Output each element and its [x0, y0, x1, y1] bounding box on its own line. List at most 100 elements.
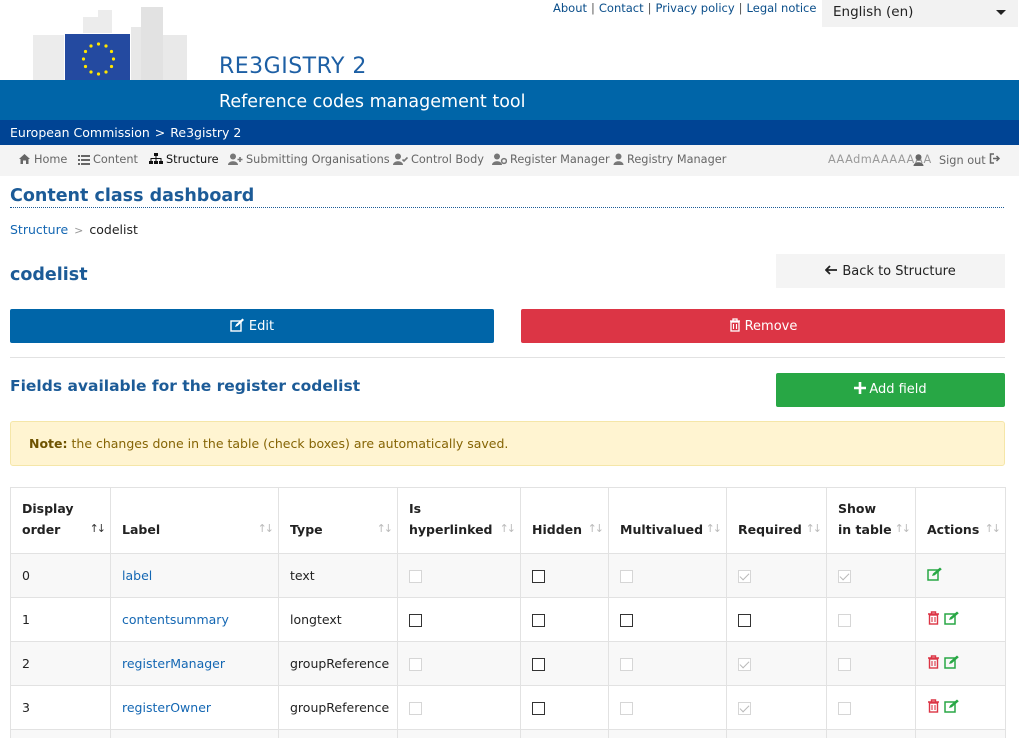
col-hyperlinked[interactable]: Is hyperlinked ↑↓ — [397, 487, 521, 554]
cell-order: 0 — [10, 553, 111, 598]
show-in-table-checkbox — [838, 658, 851, 671]
table-row: 2 registerManager groupReference — [10, 641, 1006, 686]
sort-icon: ↑↓ — [587, 522, 605, 535]
trash-icon[interactable] — [927, 699, 940, 716]
user-tie-icon — [613, 153, 624, 165]
field-label-link[interactable]: contentsummary — [122, 612, 229, 627]
top-links: About | Contact | Privacy policy | Legal notic… — [553, 1, 817, 15]
sort-asc-icon: ↑↓ — [89, 522, 107, 535]
sign-out-label: Sign out — [939, 154, 986, 167]
trash-icon[interactable] — [927, 655, 940, 672]
sign-out-icon — [990, 153, 1001, 164]
cell-type: text — [278, 553, 398, 598]
app-name: RE3GISTRY 2 — [219, 54, 367, 79]
menu-label: Content — [93, 153, 138, 166]
menu-item-structure[interactable]: Structure — [149, 153, 219, 166]
contact-link[interactable]: Contact — [599, 1, 644, 15]
header-label: Required — [738, 522, 802, 537]
table-row: 0 label text — [10, 553, 1006, 598]
field-label-link[interactable]: label — [122, 568, 152, 583]
sort-icon: ↑↓ — [894, 522, 912, 535]
cell-order: 2 — [10, 641, 111, 686]
back-to-structure-button[interactable]: Back to Structure — [776, 254, 1005, 288]
col-display-order[interactable]: Display order ↑↓ — [10, 487, 111, 554]
breadcrumb-structure-link[interactable]: Structure — [10, 222, 68, 237]
required-checkbox[interactable] — [738, 614, 751, 627]
menu-item-register-manager[interactable]: Register Manager — [492, 153, 610, 166]
edit-icon[interactable] — [944, 611, 960, 628]
col-required[interactable]: Required ↑↓ — [726, 487, 827, 554]
breadcrumb-ec[interactable]: European Commission — [10, 125, 150, 140]
trash-icon[interactable] — [927, 611, 940, 628]
hidden-checkbox[interactable] — [532, 570, 545, 583]
menu-label: Registry Manager — [627, 153, 727, 166]
edit-icon[interactable] — [944, 655, 960, 672]
hidden-checkbox[interactable] — [532, 658, 545, 671]
required-checkbox — [738, 702, 751, 715]
header-label: Multivalued — [620, 522, 704, 537]
language-value: English (en) — [833, 4, 914, 20]
header-label: Display — [22, 501, 74, 516]
table-row — [10, 729, 1006, 738]
col-label[interactable]: Label ↑↓ — [110, 487, 279, 554]
hidden-checkbox[interactable] — [532, 702, 545, 715]
user-cog-icon — [492, 153, 508, 165]
multivalued-checkbox — [620, 570, 633, 583]
menu-item-registry-manager[interactable]: Registry Manager — [613, 153, 726, 166]
menu-item-home[interactable]: Home — [18, 153, 67, 166]
edit-button[interactable]: Edit — [10, 309, 494, 343]
language-select[interactable]: English (en) — [822, 0, 1018, 27]
sign-out-link[interactable]: Sign out — [939, 153, 1001, 167]
about-link[interactable]: About — [553, 1, 587, 15]
field-label-link[interactable]: registerOwner — [122, 700, 211, 715]
app-subtitle: Reference codes management tool — [219, 92, 526, 112]
edit-icon — [230, 318, 244, 332]
sort-icon: ↑↓ — [499, 522, 517, 535]
menu-label: Submitting Organisations — [246, 153, 390, 166]
cell-label: registerManager — [110, 641, 279, 686]
hidden-checkbox[interactable] — [532, 614, 545, 627]
user-icon — [913, 154, 924, 166]
header-label: Actions — [927, 522, 980, 537]
edit-icon[interactable] — [944, 699, 960, 716]
hyperlinked-checkbox[interactable] — [409, 614, 422, 627]
sort-icon: ↑↓ — [257, 522, 275, 535]
multivalued-checkbox[interactable] — [620, 614, 633, 627]
col-multivalued[interactable]: Multivalued ↑↓ — [608, 487, 727, 554]
arrow-left-icon — [824, 265, 838, 275]
col-hidden[interactable]: Hidden ↑↓ — [520, 487, 609, 554]
remove-button[interactable]: Remove — [521, 309, 1005, 343]
user-plus-icon — [228, 153, 243, 165]
legal-notice-link[interactable]: Legal notice — [747, 1, 817, 15]
menu-label: Register Manager — [510, 153, 610, 166]
privacy-policy-link[interactable]: Privacy policy — [656, 1, 735, 15]
table-header-row: Display order ↑↓ Label ↑↓ Type ↑↓ Is hyperlin… — [10, 487, 1006, 554]
sitemap-icon — [149, 153, 163, 164]
breadcrumb-re3gistry[interactable]: Re3gistry 2 — [170, 125, 241, 140]
col-type[interactable]: Type ↑↓ — [278, 487, 398, 554]
header-label: Hidden — [532, 522, 583, 537]
multivalued-checkbox — [620, 658, 633, 671]
hyperlinked-checkbox — [409, 570, 422, 583]
page-title: Content class dashboard — [10, 186, 255, 206]
breadcrumb-current: codelist — [89, 222, 138, 237]
menu-item-submitting-organisations[interactable]: Submitting Organisations — [228, 153, 390, 166]
add-field-button[interactable]: Add field — [776, 373, 1005, 407]
required-checkbox — [738, 658, 751, 671]
show-in-table-checkbox — [838, 570, 851, 583]
header-label: order — [22, 522, 61, 537]
cell-type: groupReference — [278, 641, 398, 686]
field-label-link[interactable]: registerManager — [122, 656, 225, 671]
edit-icon[interactable] — [927, 567, 943, 584]
col-show-in-table[interactable]: Show in table ↑↓ — [826, 487, 916, 554]
site-breadcrumb: European Commission > Re3gistry 2 — [0, 120, 1019, 145]
cell-order: 1 — [10, 597, 111, 642]
table-row: 3 registerOwner groupReference — [10, 685, 1006, 730]
col-actions[interactable]: Actions ↑↓ — [915, 487, 1006, 554]
menu-item-content[interactable]: Content — [78, 153, 138, 166]
trash-icon — [729, 318, 740, 332]
chevron-down-icon — [996, 10, 1006, 15]
menu-item-control-body[interactable]: Control Body — [393, 153, 484, 166]
cell-type: groupReference — [278, 685, 398, 730]
menu-label: Home — [34, 153, 68, 166]
